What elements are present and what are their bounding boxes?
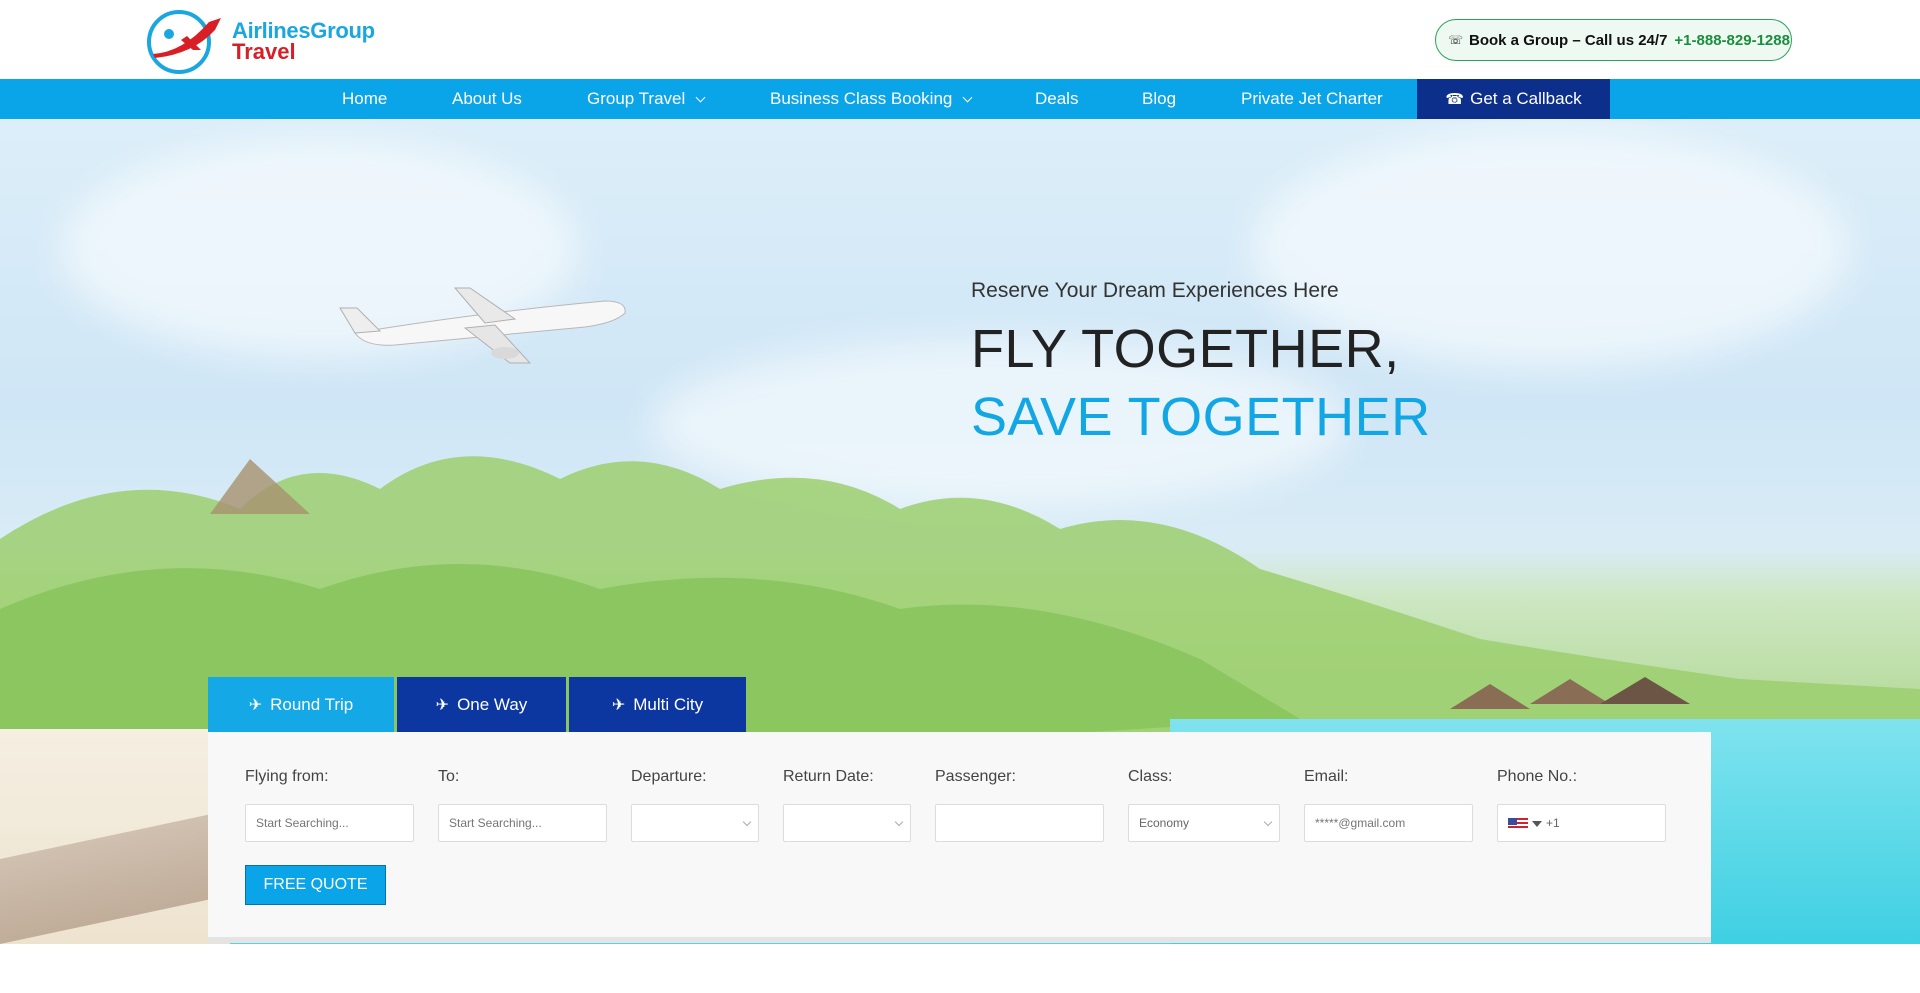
get-callback-button[interactable]: ☎ Get a Callback xyxy=(1417,79,1610,119)
phone-call-icon: ☎ xyxy=(1445,91,1465,108)
hero-title-accent: SAVE TOGETHER xyxy=(971,387,1431,447)
nav-item-group-travel[interactable]: Group Travel xyxy=(587,79,706,119)
class-label: Class: xyxy=(1128,768,1173,785)
to-input[interactable] xyxy=(438,804,607,842)
logo-icon xyxy=(147,10,221,74)
phone-input[interactable]: +1 xyxy=(1497,804,1666,842)
email-label: Email: xyxy=(1304,768,1349,785)
chevron-down-icon xyxy=(894,817,904,827)
tab-label: Multi City xyxy=(633,695,704,714)
booking-form: Flying from: To: Departure: Return Date:… xyxy=(208,732,1711,943)
from-label: Flying from: xyxy=(245,768,329,785)
logo-text-secondary: Travel xyxy=(232,39,296,64)
return-date-select[interactable] xyxy=(783,804,911,842)
nav-item-home[interactable]: Home xyxy=(342,79,387,119)
call-pill-number[interactable]: +1-888-829-1288 xyxy=(1674,32,1790,49)
nav-item-blog[interactable]: Blog xyxy=(1142,79,1176,119)
passenger-input[interactable] xyxy=(935,804,1104,842)
class-select[interactable]: Economy xyxy=(1128,804,1280,842)
passenger-label: Passenger: xyxy=(935,768,1016,785)
tab-label: One Way xyxy=(457,695,528,714)
caret-down-icon[interactable] xyxy=(1532,820,1542,827)
class-value: Economy xyxy=(1139,816,1190,830)
nav-item-label: About Us xyxy=(452,89,522,108)
hero-title-plain: FLY TOGETHER, xyxy=(971,319,1400,379)
us-flag-icon[interactable] xyxy=(1508,817,1528,830)
chevron-down-icon xyxy=(695,92,706,103)
site-logo[interactable]: AirlinesGroup Travel xyxy=(131,6,381,74)
main-nav: Home About Us Group Travel Business Clas… xyxy=(0,79,1920,119)
tab-one-way[interactable]: ✈ One Way xyxy=(397,677,566,732)
tab-label: Round Trip xyxy=(270,695,354,714)
email-input-field[interactable] xyxy=(1315,805,1472,841)
call-pill[interactable]: ☏ Book a Group – Call us 24/7 +1-888-829… xyxy=(1435,19,1792,61)
email-input[interactable] xyxy=(1304,804,1473,842)
nav-item-label: Blog xyxy=(1142,89,1177,108)
from-input-field[interactable] xyxy=(256,805,413,841)
nav-item-label: Business Class Booking xyxy=(770,89,953,108)
hero-subtitle: Reserve Your Dream Experiences Here xyxy=(971,279,1339,302)
plane-icon: ✈ xyxy=(611,697,626,714)
phone-label: Phone No.: xyxy=(1497,768,1578,785)
departure-label: Departure: xyxy=(631,768,707,785)
free-quote-button[interactable]: FREE QUOTE xyxy=(245,865,386,905)
return-label: Return Date: xyxy=(783,768,874,785)
from-input[interactable] xyxy=(245,804,414,842)
tab-multi-city[interactable]: ✈ Multi City xyxy=(569,677,746,732)
chevron-down-icon xyxy=(962,92,973,103)
callback-label: Get a Callback xyxy=(1470,89,1582,108)
plane-icon: ✈ xyxy=(248,697,263,714)
to-input-field[interactable] xyxy=(449,805,606,841)
chevron-down-icon xyxy=(1263,817,1273,827)
nav-item-about-us[interactable]: About Us xyxy=(452,79,522,119)
tab-round-trip[interactable]: ✈ Round Trip xyxy=(208,677,394,732)
nav-item-private-jet[interactable]: Private Jet Charter xyxy=(1241,79,1383,119)
departure-select[interactable] xyxy=(631,804,759,842)
nav-item-label: Deals xyxy=(1035,89,1079,108)
to-label: To: xyxy=(438,768,460,785)
phone-code: +1 xyxy=(1546,816,1560,830)
hero-title: FLY TOGETHER, SAVE TOGETHER xyxy=(971,315,1531,451)
plane-icon: ✈ xyxy=(435,697,450,714)
call-pill-text: Book a Group – Call us 24/7 xyxy=(1469,31,1668,49)
nav-item-label: Private Jet Charter xyxy=(1241,89,1383,108)
nav-item-label: Home xyxy=(342,89,388,108)
airplane-image xyxy=(339,287,626,364)
nav-item-label: Group Travel xyxy=(587,89,686,108)
nav-item-deals[interactable]: Deals xyxy=(1035,79,1078,119)
phone-icon: ☏ xyxy=(1448,33,1464,47)
site-header: AirlinesGroup Travel ☏ Book a Group – Ca… xyxy=(0,0,1920,79)
nav-item-business-class[interactable]: Business Class Booking xyxy=(770,79,973,119)
chevron-down-icon xyxy=(742,817,752,827)
